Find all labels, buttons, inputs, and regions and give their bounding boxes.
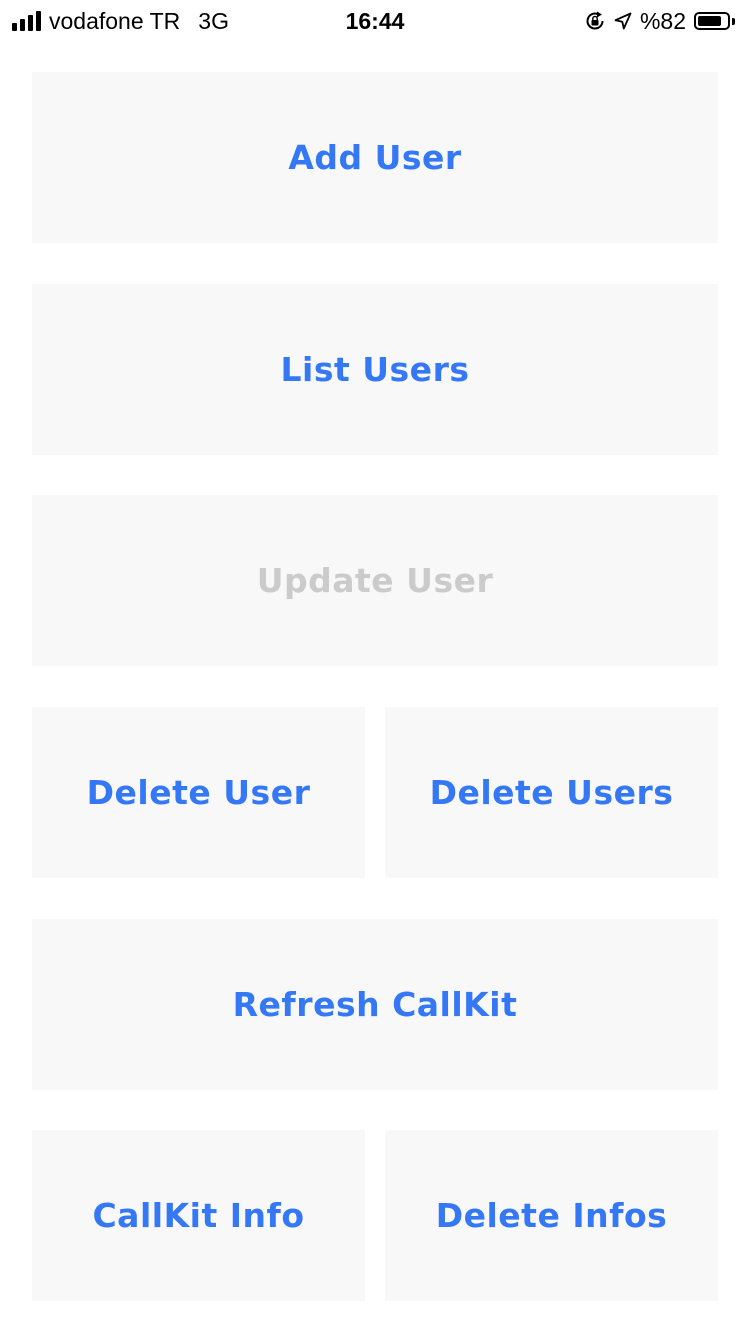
rotation-lock-icon xyxy=(586,11,604,30)
delete-infos-button[interactable]: Delete Infos xyxy=(385,1130,718,1301)
battery-percentage: %82 xyxy=(639,7,686,34)
location-arrow-icon xyxy=(614,12,632,30)
add-user-button[interactable]: Add User xyxy=(32,72,718,243)
status-bar: vodafone TR 3G 16:44 %82 xyxy=(0,0,750,40)
status-right: %82 xyxy=(584,7,736,35)
delete-users-button[interactable]: Delete Users xyxy=(385,707,718,878)
app-screen: vodafone TR 3G 16:44 %82 Add User List U… xyxy=(0,0,750,1334)
update-user-button[interactable]: Update User xyxy=(32,495,718,666)
delete-user-button[interactable]: Delete User xyxy=(32,707,365,878)
callkit-info-button[interactable]: CallKit Info xyxy=(32,1130,365,1301)
list-users-button[interactable]: List Users xyxy=(32,284,718,455)
refresh-callkit-button[interactable]: Refresh CallKit xyxy=(32,919,718,1090)
battery-icon xyxy=(694,11,736,31)
